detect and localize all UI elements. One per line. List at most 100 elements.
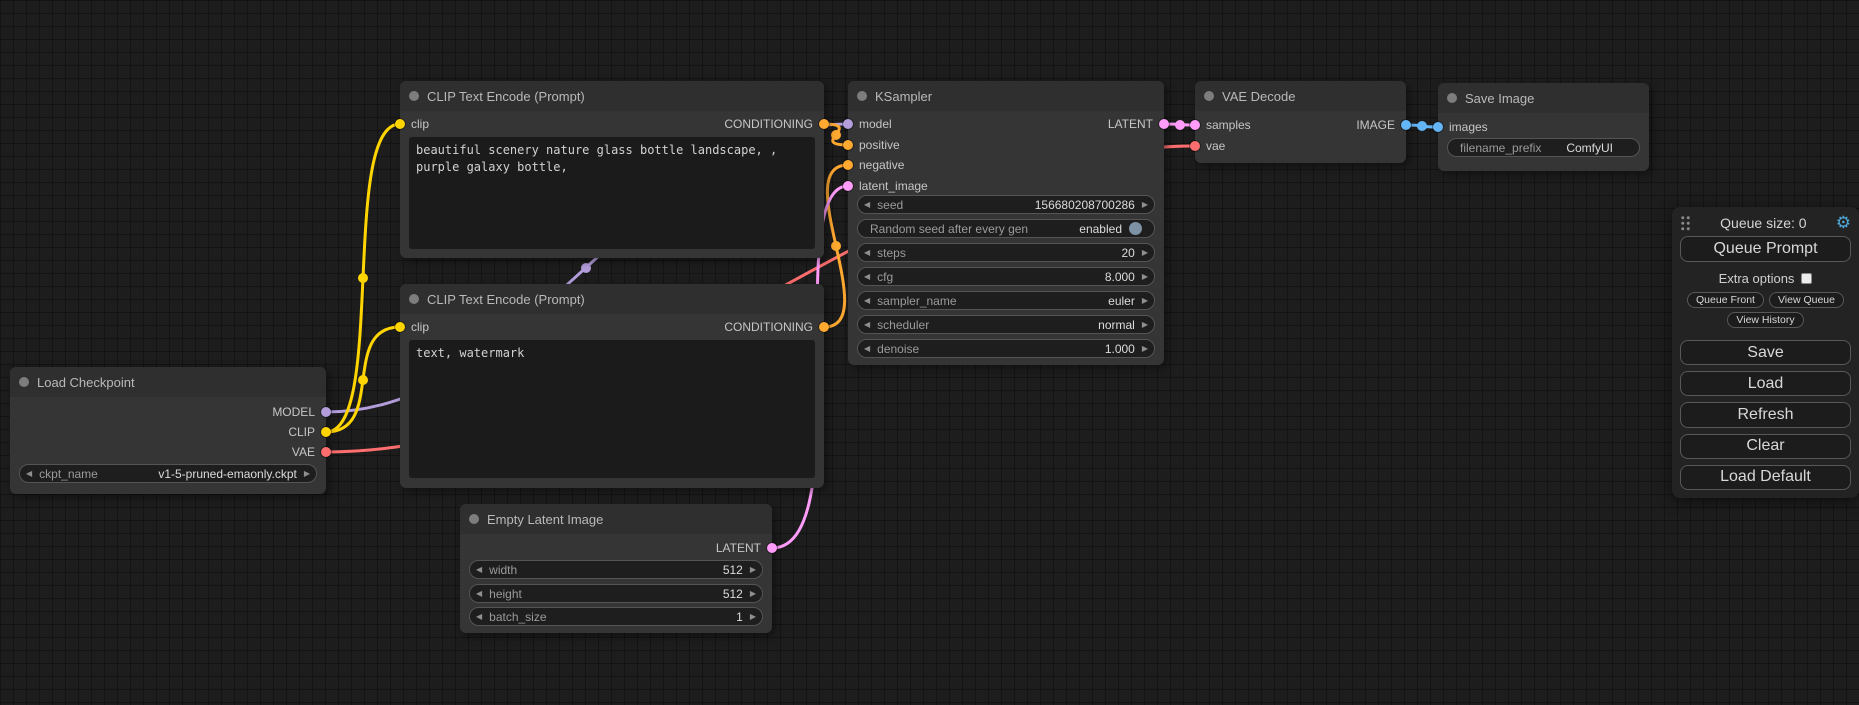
node-title-bar[interactable]: CLIP Text Encode (Prompt) — [400, 81, 824, 111]
collapse-dot-icon[interactable] — [409, 294, 419, 304]
latent-output-dot[interactable] — [767, 543, 777, 553]
images-input-dot[interactable] — [1433, 122, 1443, 132]
latent-output-dot[interactable] — [1159, 119, 1169, 129]
vae-output-slot[interactable]: VAE — [292, 442, 331, 462]
model-output-dot[interactable] — [321, 407, 331, 417]
node-clip-text-encode-negative[interactable]: CLIP Text Encode (Prompt) clip CONDITION… — [400, 284, 824, 488]
load-button[interactable]: Load — [1680, 371, 1851, 396]
scheduler-widget[interactable]: ◀ scheduler normal ▶ — [857, 315, 1155, 334]
extra-options-checkbox[interactable] — [1801, 273, 1812, 284]
node-load-checkpoint[interactable]: Load Checkpoint MODEL CLIP VAE ◀ ckpt_na… — [10, 367, 326, 494]
node-vae-decode[interactable]: VAE Decode samples vae IMAGE — [1195, 81, 1406, 163]
model-input-slot[interactable]: model — [843, 114, 892, 134]
increment-arrow-icon[interactable]: ▶ — [750, 566, 756, 574]
height-widget[interactable]: ◀ height 512 ▶ — [469, 584, 763, 603]
node-title-bar[interactable]: CLIP Text Encode (Prompt) — [400, 284, 824, 314]
collapse-dot-icon[interactable] — [1204, 91, 1214, 101]
vae-input-slot[interactable]: vae — [1190, 136, 1225, 156]
increment-arrow-icon[interactable]: ▶ — [750, 613, 756, 621]
clip-output-dot[interactable] — [321, 427, 331, 437]
node-save-image[interactable]: Save Image images filename_prefix ComfyU… — [1438, 83, 1649, 171]
increment-arrow-icon[interactable]: ▶ — [750, 590, 756, 598]
conditioning-output-dot[interactable] — [819, 119, 829, 129]
decrement-arrow-icon[interactable]: ◀ — [476, 613, 482, 621]
toggle-knob-icon[interactable] — [1129, 222, 1142, 235]
increment-arrow-icon[interactable]: ▶ — [304, 470, 310, 478]
refresh-button[interactable]: Refresh — [1680, 402, 1851, 427]
node-title-bar[interactable]: Load Checkpoint — [10, 367, 326, 397]
random-seed-toggle-widget[interactable]: Random seed after every gen enabled — [857, 219, 1155, 238]
increment-arrow-icon[interactable]: ▶ — [1142, 297, 1148, 305]
conditioning-output-slot[interactable]: CONDITIONING — [724, 317, 829, 337]
clip-input-dot[interactable] — [395, 322, 405, 332]
load-default-button[interactable]: Load Default — [1680, 465, 1851, 490]
view-queue-button[interactable]: View Queue — [1769, 292, 1844, 308]
node-title-bar[interactable]: Save Image — [1438, 83, 1649, 113]
increment-arrow-icon[interactable]: ▶ — [1142, 249, 1148, 257]
decrement-arrow-icon[interactable]: ◀ — [864, 345, 870, 353]
model-output-slot[interactable]: MODEL — [272, 402, 331, 422]
latent-image-input-slot[interactable]: latent_image — [843, 176, 928, 196]
increment-arrow-icon[interactable]: ▶ — [1142, 273, 1148, 281]
node-title-bar[interactable]: VAE Decode — [1195, 81, 1406, 111]
increment-arrow-icon[interactable]: ▶ — [1142, 345, 1148, 353]
decrement-arrow-icon[interactable]: ◀ — [26, 470, 32, 478]
collapse-dot-icon[interactable] — [469, 514, 479, 524]
decrement-arrow-icon[interactable]: ◀ — [864, 321, 870, 329]
steps-widget[interactable]: ◀ steps 20 ▶ — [857, 243, 1155, 262]
decrement-arrow-icon[interactable]: ◀ — [864, 273, 870, 281]
decrement-arrow-icon[interactable]: ◀ — [864, 297, 870, 305]
sampler-name-widget[interactable]: ◀ sampler_name euler ▶ — [857, 291, 1155, 310]
conditioning-output-dot[interactable] — [819, 322, 829, 332]
negative-input-slot[interactable]: negative — [843, 155, 904, 175]
clear-button[interactable]: Clear — [1680, 434, 1851, 459]
node-empty-latent-image[interactable]: Empty Latent Image LATENT ◀ width 512 ▶ … — [460, 504, 772, 633]
collapse-dot-icon[interactable] — [409, 91, 419, 101]
drag-handle-icon[interactable] — [1680, 215, 1691, 231]
positive-input-dot[interactable] — [843, 140, 853, 150]
clip-input-slot[interactable]: clip — [395, 317, 429, 337]
increment-arrow-icon[interactable]: ▶ — [1142, 321, 1148, 329]
conditioning-output-slot[interactable]: CONDITIONING — [724, 114, 829, 134]
denoise-widget[interactable]: ◀ denoise 1.000 ▶ — [857, 339, 1155, 358]
queue-front-button[interactable]: Queue Front — [1687, 292, 1764, 308]
settings-gear-icon[interactable]: ⚙ — [1836, 214, 1851, 231]
latent-output-slot[interactable]: LATENT — [716, 538, 777, 558]
decrement-arrow-icon[interactable]: ◀ — [864, 201, 870, 209]
vae-input-dot[interactable] — [1190, 141, 1200, 151]
decrement-arrow-icon[interactable]: ◀ — [864, 249, 870, 257]
increment-arrow-icon[interactable]: ▶ — [1142, 201, 1148, 209]
vae-output-dot[interactable] — [321, 447, 331, 457]
image-output-dot[interactable] — [1401, 120, 1411, 130]
latent-image-input-dot[interactable] — [843, 181, 853, 191]
seed-widget[interactable]: ◀ seed 156680208700286 ▶ — [857, 195, 1155, 214]
positive-prompt-textarea[interactable]: beautiful scenery nature glass bottle la… — [409, 137, 815, 249]
samples-input-slot[interactable]: samples — [1190, 115, 1251, 135]
queue-prompt-button[interactable]: Queue Prompt — [1680, 236, 1851, 262]
decrement-arrow-icon[interactable]: ◀ — [476, 590, 482, 598]
save-button[interactable]: Save — [1680, 340, 1851, 365]
latent-output-slot[interactable]: LATENT — [1108, 114, 1169, 134]
width-widget[interactable]: ◀ width 512 ▶ — [469, 560, 763, 579]
node-title-bar[interactable]: KSampler — [848, 81, 1164, 111]
collapse-dot-icon[interactable] — [1447, 93, 1457, 103]
batch-size-widget[interactable]: ◀ batch_size 1 ▶ — [469, 607, 763, 626]
clip-input-dot[interactable] — [395, 119, 405, 129]
cfg-widget[interactable]: ◀ cfg 8.000 ▶ — [857, 267, 1155, 286]
node-ksampler[interactable]: KSampler model positive negative latent_… — [848, 81, 1164, 365]
model-input-dot[interactable] — [843, 119, 853, 129]
images-input-slot[interactable]: images — [1433, 117, 1488, 137]
collapse-dot-icon[interactable] — [857, 91, 867, 101]
image-output-slot[interactable]: IMAGE — [1356, 115, 1411, 135]
node-title-bar[interactable]: Empty Latent Image — [460, 504, 772, 534]
samples-input-dot[interactable] — [1190, 120, 1200, 130]
filename-prefix-widget[interactable]: filename_prefix ComfyUI — [1447, 138, 1640, 157]
clip-output-slot[interactable]: CLIP — [288, 422, 331, 442]
node-clip-text-encode-positive[interactable]: CLIP Text Encode (Prompt) clip CONDITION… — [400, 81, 824, 258]
clip-input-slot[interactable]: clip — [395, 114, 429, 134]
negative-prompt-textarea[interactable]: text, watermark — [409, 340, 815, 478]
ckpt-name-widget[interactable]: ◀ ckpt_name v1-5-pruned-emaonly.ckpt ▶ — [19, 464, 317, 483]
negative-input-dot[interactable] — [843, 160, 853, 170]
positive-input-slot[interactable]: positive — [843, 135, 900, 155]
node-graph-canvas[interactable]: Load Checkpoint MODEL CLIP VAE ◀ ckpt_na… — [0, 0, 1859, 705]
